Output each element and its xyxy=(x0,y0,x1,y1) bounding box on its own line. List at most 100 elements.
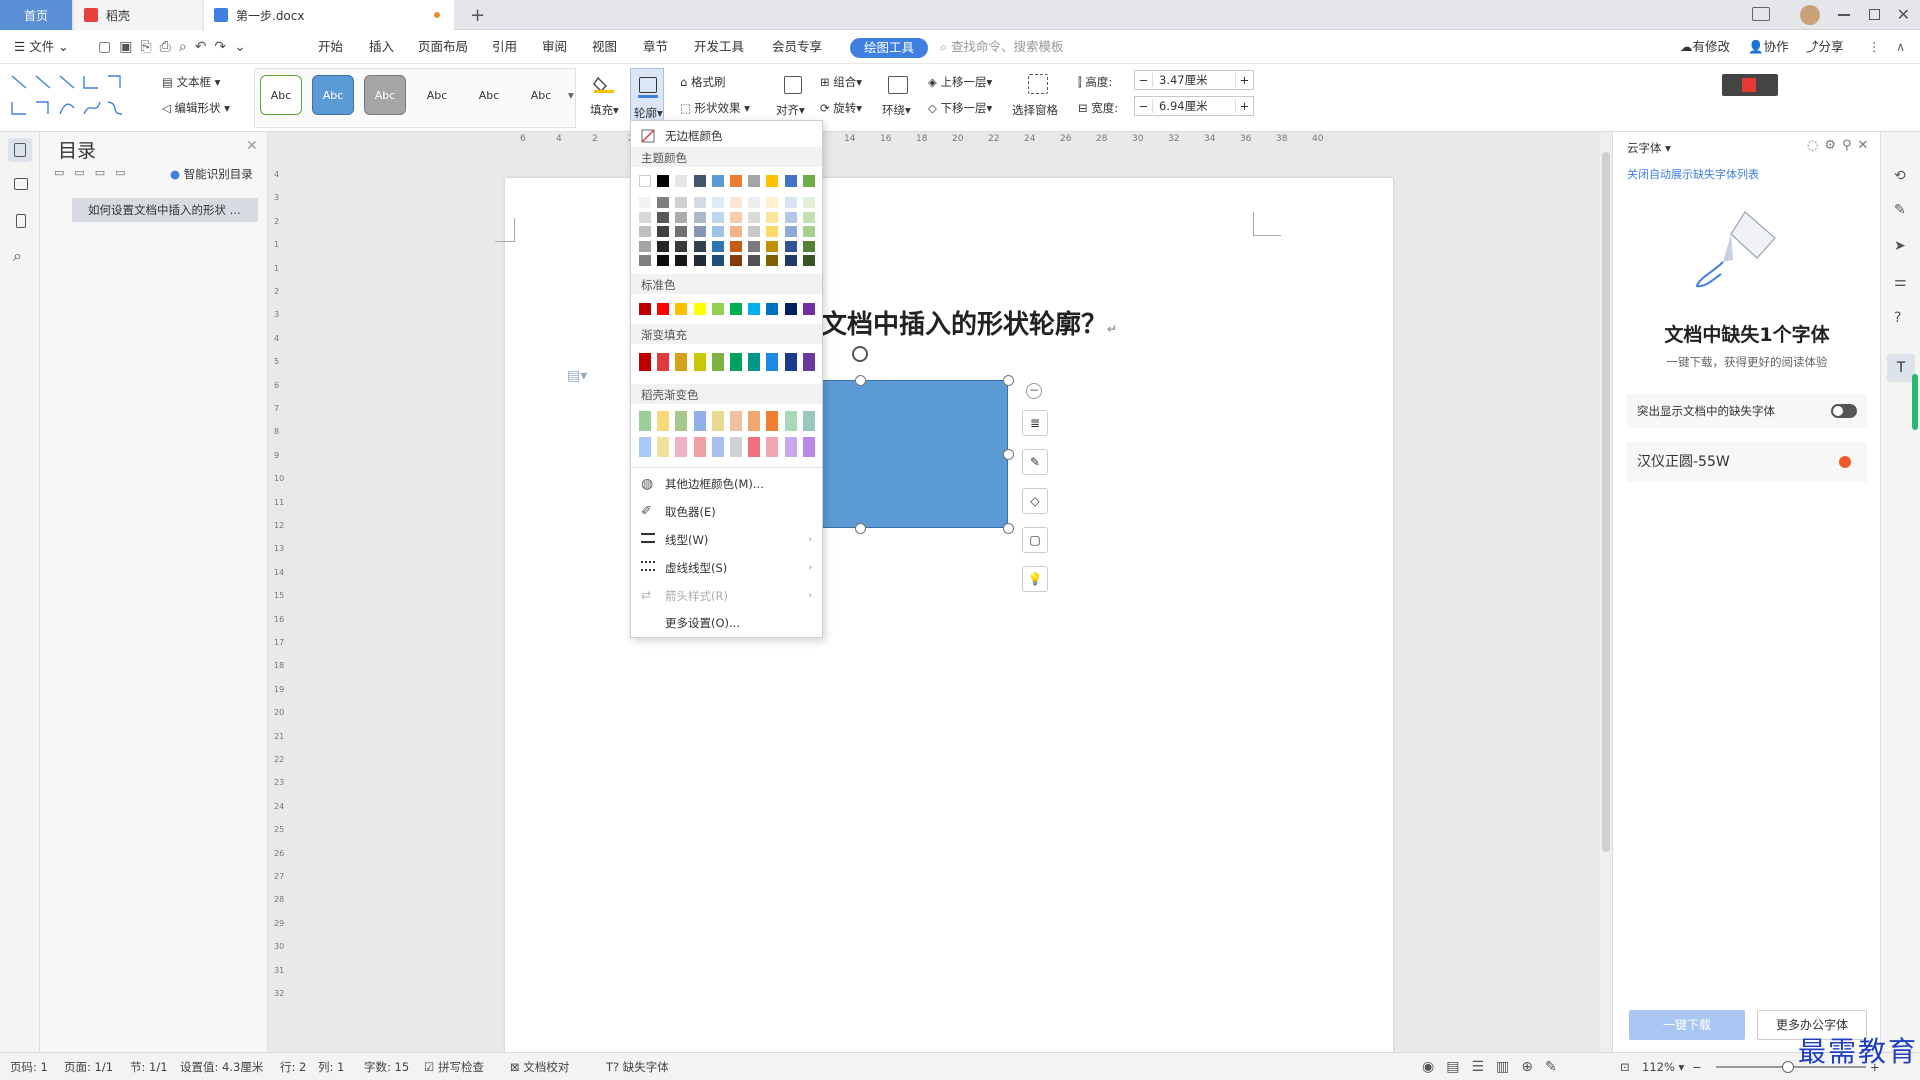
theme-shade-swatch-r4-2[interactable] xyxy=(657,240,670,252)
standard-color-swatch-2[interactable] xyxy=(657,303,670,315)
standard-color-swatch-6[interactable] xyxy=(730,303,742,315)
fill-bucket-icon[interactable]: ◇ xyxy=(1022,488,1048,514)
style-preset-2[interactable]: Abc xyxy=(312,75,354,115)
wrap-button[interactable]: 环绕▾ xyxy=(882,102,911,118)
zoom-slider-knob[interactable] xyxy=(1782,1061,1794,1073)
style-preset-1[interactable]: Abc xyxy=(260,75,302,115)
gradient-swatch-4[interactable] xyxy=(693,353,706,371)
docer-gradient-swatch-r1-3[interactable] xyxy=(675,411,688,431)
missing-font-button[interactable]: T? 缺失字体 xyxy=(606,1053,669,1080)
bookmark-icon[interactable] xyxy=(16,214,26,228)
align-button[interactable]: 对齐▾ xyxy=(776,102,805,118)
input-method-widget[interactable] xyxy=(1722,74,1778,96)
menu-review[interactable]: 审阅 xyxy=(542,30,567,64)
eyedropper-item[interactable]: ✐ 取色器(E) xyxy=(631,499,822,525)
command-search[interactable]: ⌕ 查找命令、搜索模板 xyxy=(940,30,1064,64)
theme-shade-swatch-r2-2[interactable] xyxy=(657,211,670,223)
theme-color-swatch-5[interactable] xyxy=(711,175,724,187)
menu-chapter[interactable]: 章节 xyxy=(643,30,668,64)
theme-shade-swatch-r2-5[interactable] xyxy=(711,211,724,223)
dash-type-item[interactable]: 虚线线型(S) › xyxy=(631,555,822,581)
paragraph-options-icon[interactable]: ▤▾ xyxy=(567,368,587,384)
tab-document[interactable]: 第一步.docx xyxy=(204,0,454,30)
docer-gradient-swatch-r2-7[interactable] xyxy=(748,437,761,457)
docer-gradient-swatch-r1-9[interactable] xyxy=(784,411,797,431)
outline-button[interactable]: 轮廓▾ xyxy=(630,68,664,126)
docer-gradient-swatch-r2-4[interactable] xyxy=(693,437,706,457)
docer-gradient-swatch-r1-8[interactable] xyxy=(766,411,779,431)
theme-color-swatch-3[interactable] xyxy=(675,175,688,187)
new-tab-button[interactable]: + xyxy=(460,0,495,30)
resize-handle-top-middle[interactable] xyxy=(855,375,866,386)
menu-view[interactable]: 视图 xyxy=(592,30,617,64)
standard-color-swatch-3[interactable] xyxy=(675,303,688,315)
standard-color-swatch-1[interactable] xyxy=(639,303,651,315)
theme-shade-swatch-r5-10[interactable] xyxy=(802,255,815,266)
highlight-missing-toggle[interactable] xyxy=(1831,404,1857,418)
theme-shade-swatch-r5-5[interactable] xyxy=(711,255,724,266)
docer-gradient-swatch-r1-5[interactable] xyxy=(711,411,724,431)
close-auto-show-link[interactable]: 关闭自动展示缺失字体列表 xyxy=(1627,166,1759,182)
theme-shade-swatch-r4-6[interactable] xyxy=(730,240,742,252)
collab-button[interactable]: 👤协作 xyxy=(1748,30,1789,64)
collapse-ribbon-icon[interactable]: ∧ xyxy=(1896,30,1905,64)
tab-home[interactable]: 首页 xyxy=(0,0,72,30)
theme-shade-swatch-r1-2[interactable] xyxy=(657,197,670,208)
height-decrease-button[interactable]: − xyxy=(1135,73,1153,87)
idea-bulb-icon[interactable]: 💡 xyxy=(1022,566,1048,592)
folder-icon[interactable] xyxy=(14,178,28,190)
theme-shade-swatch-r3-1[interactable] xyxy=(639,226,651,237)
theme-color-swatch-9[interactable] xyxy=(784,175,797,187)
revise-button[interactable]: ☁有修改 xyxy=(1680,30,1730,64)
docer-gradient-swatch-r2-9[interactable] xyxy=(784,437,797,457)
theme-color-swatch-4[interactable] xyxy=(693,175,706,187)
pen-style-icon[interactable]: ✎ xyxy=(1022,449,1048,475)
style-preset-3[interactable]: Abc xyxy=(364,75,406,115)
toc-toggle-button[interactable] xyxy=(8,138,32,162)
width-decrease-button[interactable]: − xyxy=(1135,99,1153,113)
theme-shade-swatch-r2-7[interactable] xyxy=(748,211,761,223)
missing-font-item[interactable]: 汉仪正圆-55W xyxy=(1627,442,1867,482)
theme-shade-swatch-r4-10[interactable] xyxy=(802,240,815,252)
theme-shade-swatch-r3-10[interactable] xyxy=(802,226,815,237)
height-increase-button[interactable]: + xyxy=(1235,73,1253,87)
panel-scroll-indicator[interactable] xyxy=(1912,374,1918,430)
vertical-scrollbar[interactable] xyxy=(1600,132,1612,1052)
theme-shade-swatch-r2-6[interactable] xyxy=(730,211,742,223)
theme-shade-swatch-r5-9[interactable] xyxy=(784,255,797,266)
toc-entry[interactable]: 如何设置文档中插入的形状 ... xyxy=(72,198,258,222)
style-gallery-more-icon[interactable]: ▾ xyxy=(568,88,574,102)
send-backward-button[interactable]: ◇ 下移一层▾ xyxy=(928,100,992,116)
toc-close-icon[interactable]: ✕ xyxy=(246,138,258,154)
theme-shade-swatch-r4-3[interactable] xyxy=(675,240,688,252)
standard-color-swatch-8[interactable] xyxy=(766,303,779,315)
theme-shade-swatch-r1-3[interactable] xyxy=(675,197,688,208)
theme-color-swatch-1[interactable] xyxy=(639,175,651,187)
theme-shade-swatch-r3-6[interactable] xyxy=(730,226,742,237)
menu-member[interactable]: 会员专享 xyxy=(772,30,822,64)
smart-toc-button[interactable]: ● 智能识别目录 xyxy=(170,166,253,182)
one-click-download-button[interactable]: 一键下载 xyxy=(1629,1010,1745,1040)
theme-shade-swatch-r5-8[interactable] xyxy=(766,255,779,266)
layout-options-icon[interactable]: ≣ xyxy=(1022,410,1048,436)
menu-page-layout[interactable]: 页面布局 xyxy=(418,30,468,64)
gradient-swatch-3[interactable] xyxy=(675,353,688,371)
theme-shade-swatch-r5-2[interactable] xyxy=(657,255,670,266)
theme-color-swatch-10[interactable] xyxy=(802,175,815,187)
theme-shade-swatch-r5-4[interactable] xyxy=(693,255,706,266)
width-increase-button[interactable]: + xyxy=(1235,99,1253,113)
bring-forward-button[interactable]: ◈ 上移一层▾ xyxy=(928,74,992,90)
theme-shade-swatch-r5-6[interactable] xyxy=(730,255,742,266)
menu-insert[interactable]: 插入 xyxy=(369,30,394,64)
shape-effect-button[interactable]: ⬚ 形状效果 ▾ xyxy=(680,100,750,116)
theme-shade-swatch-r3-9[interactable] xyxy=(784,226,797,237)
line-type-item[interactable]: 线型(W) › xyxy=(631,527,822,553)
theme-shade-swatch-r1-7[interactable] xyxy=(748,197,761,208)
docer-gradient-swatch-r2-10[interactable] xyxy=(802,437,815,457)
scroll-thumb[interactable] xyxy=(1602,152,1610,852)
theme-color-swatch-2[interactable] xyxy=(657,175,670,187)
status-page-code[interactable]: 页码: 1 xyxy=(10,1053,48,1080)
resize-handle-bottom-middle[interactable] xyxy=(855,523,866,534)
theme-shade-swatch-r1-9[interactable] xyxy=(784,197,797,208)
resize-handle-top-right[interactable] xyxy=(1003,375,1014,386)
